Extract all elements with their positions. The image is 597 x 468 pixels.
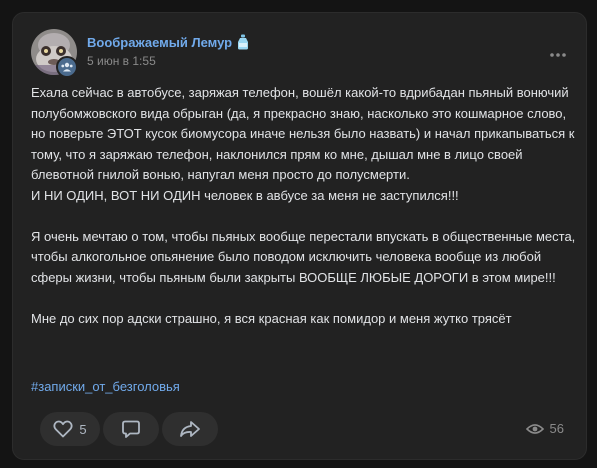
eye-icon <box>525 423 544 434</box>
more-dots-icon[interactable] <box>548 47 568 57</box>
share-button[interactable] <box>162 412 218 446</box>
like-button[interactable]: 5 <box>40 412 100 446</box>
comment-button[interactable] <box>103 412 159 446</box>
group-icon <box>56 56 78 78</box>
author-name-label[interactable]: Воображаемый Лемур <box>87 35 232 50</box>
post-date[interactable]: 5 июн в 1:55 <box>87 54 156 68</box>
views-count: 56 <box>549 421 564 436</box>
views-counter: 56 <box>525 421 564 436</box>
post-text: Ехала сейчас в автобусе, заряжая телефон… <box>31 85 576 326</box>
hashtag-link[interactable]: #записки_от_безголовья <box>31 379 180 394</box>
post-card: Воображаемый Лемур 5 июн в 1:55 Ехала се… <box>12 12 587 460</box>
bottle-emoji-icon <box>238 34 249 50</box>
author-name[interactable]: Воображаемый Лемур <box>87 34 250 50</box>
comment-icon <box>122 420 140 438</box>
share-arrow-icon <box>180 421 200 437</box>
heart-icon <box>53 420 73 438</box>
like-count: 5 <box>79 421 87 437</box>
